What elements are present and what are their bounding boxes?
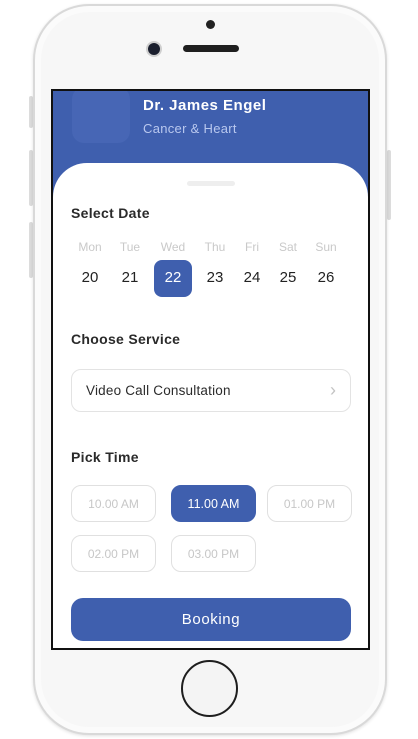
time-slot-1100[interactable]: 11.00 AM [171, 485, 256, 522]
home-button[interactable] [181, 660, 238, 717]
booking-button[interactable]: Booking [71, 598, 351, 641]
select-date-title: Select Date [71, 205, 150, 221]
time-slot-1000[interactable]: 10.00 AM [71, 485, 156, 522]
app-screen: Dr. James Engel Cancer & Heart Select Da… [51, 89, 370, 650]
service-value: Video Call Consultation [86, 383, 231, 398]
power-button [387, 150, 391, 220]
doctor-avatar [72, 91, 130, 143]
day-name: Tue [119, 240, 141, 254]
front-camera-icon [148, 43, 160, 55]
proximity-sensor [206, 20, 215, 29]
service-select[interactable]: Video Call Consultation › [71, 369, 351, 412]
day-thu[interactable]: Thu 23 [196, 238, 234, 296]
choose-service-title: Choose Service [71, 331, 181, 347]
day-sun[interactable]: Sun 26 [307, 238, 345, 296]
day-wed[interactable]: Wed 22 [154, 238, 192, 297]
day-name: Thu [204, 240, 226, 254]
day-number: 23 [206, 269, 224, 286]
date-picker: Mon 20 Tue 21 Wed 22 Thu 23 Fri 24 Sat 2… [71, 238, 357, 298]
day-number: 21 [121, 269, 139, 286]
sheet-drag-handle[interactable] [187, 181, 235, 186]
day-number: 22 [164, 269, 182, 286]
day-tue[interactable]: Tue 21 [111, 238, 149, 296]
day-name: Wed [160, 240, 186, 254]
chevron-right-icon: › [330, 380, 336, 400]
pick-time-title: Pick Time [71, 449, 139, 465]
day-number: 20 [81, 269, 99, 286]
time-slot-0100[interactable]: 01.00 PM [267, 485, 352, 522]
time-slot-0200[interactable]: 02.00 PM [71, 535, 156, 572]
day-number: 24 [243, 269, 261, 286]
doctor-specialty: Cancer & Heart [143, 121, 237, 136]
day-name: Mon [78, 240, 102, 254]
earpiece-speaker [183, 45, 239, 52]
day-mon[interactable]: Mon 20 [71, 238, 109, 296]
day-name: Fri [245, 240, 259, 254]
time-slot-0300[interactable]: 03.00 PM [171, 535, 256, 572]
doctor-name: Dr. James Engel [143, 97, 267, 114]
day-name: Sun [315, 240, 337, 254]
day-number: 25 [279, 269, 297, 286]
booking-sheet: Select Date Mon 20 Tue 21 Wed 22 Thu 23 … [53, 163, 368, 648]
day-sat[interactable]: Sat 25 [269, 238, 307, 296]
day-number: 26 [317, 269, 335, 286]
day-name: Sat [278, 240, 297, 254]
day-fri[interactable]: Fri 24 [233, 238, 271, 296]
